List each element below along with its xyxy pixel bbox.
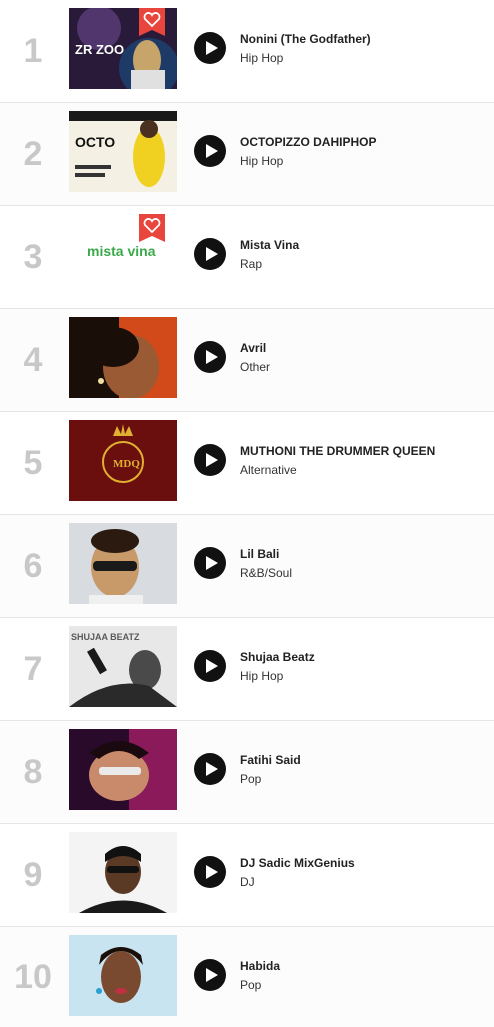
artist-name-link[interactable]: Mista Vina — [240, 238, 299, 252]
play-button[interactable] — [194, 341, 226, 373]
favorite-badge[interactable] — [139, 8, 165, 36]
artist-thumbnail[interactable] — [69, 935, 177, 1016]
chart-list: 1 ZR ZOO Nonini (The Godfather) Hip Hop … — [0, 0, 494, 1027]
artist-name-link[interactable]: Fatihi Said — [240, 753, 301, 767]
genre-label: Rap — [240, 257, 263, 271]
chart-row: 5 MDQ MUTHONI THE DRUMMER QUEEN Alternat… — [0, 412, 494, 515]
play-button[interactable] — [194, 753, 226, 785]
artist-thumbnail[interactable] — [69, 729, 177, 810]
rank-number: 6 — [23, 546, 43, 585]
thumbnail-image — [69, 729, 177, 810]
chart-row: 3 mista vina Mista Vina Rap — [0, 206, 494, 309]
genre-label: Other — [240, 360, 271, 374]
genre-label: Hip Hop — [240, 669, 284, 683]
artist-name-link[interactable]: Avril — [240, 341, 266, 355]
thumbnail-image — [69, 935, 177, 1016]
rank-number: 7 — [23, 649, 43, 688]
artist-name-link[interactable]: MUTHONI THE DRUMMER QUEEN — [240, 444, 435, 458]
thumbnail-image — [69, 832, 177, 913]
artist-thumbnail[interactable] — [69, 523, 177, 604]
play-button[interactable] — [194, 444, 226, 476]
thumbnail-image — [69, 523, 177, 604]
rank-number: 3 — [23, 237, 43, 276]
artist-thumbnail[interactable] — [69, 832, 177, 913]
artist-name-link[interactable]: DJ Sadic MixGenius — [240, 856, 355, 870]
rank-number: 9 — [23, 855, 43, 894]
play-button[interactable] — [194, 959, 226, 991]
thumbnail-image — [69, 317, 177, 398]
thumbnail-text: ZR ZOO — [75, 42, 124, 57]
rank-number: 2 — [23, 134, 43, 173]
chart-row: 9 DJ Sadic MixGenius DJ — [0, 824, 494, 927]
play-button[interactable] — [194, 32, 226, 64]
thumbnail-text: MDQ — [113, 458, 140, 470]
artist-name-link[interactable]: Habida — [240, 959, 280, 973]
chart-row: 8 Fatihi Said Pop — [0, 721, 494, 824]
genre-label: Pop — [240, 978, 262, 992]
thumbnail-image: OCTO — [69, 111, 177, 192]
artist-thumbnail[interactable]: ZR ZOO — [69, 8, 177, 89]
artist-name-link[interactable]: Lil Bali — [240, 547, 279, 561]
thumbnail-image: SHUJAA BEATZ — [69, 626, 177, 707]
chart-row: 1 ZR ZOO Nonini (The Godfather) Hip Hop — [0, 0, 494, 103]
rank-number: 4 — [23, 340, 43, 379]
thumbnail-text: OCTO — [75, 134, 115, 150]
artist-thumbnail[interactable] — [69, 317, 177, 398]
heart-icon — [139, 8, 165, 36]
favorite-badge[interactable] — [139, 214, 165, 242]
rank-number: 5 — [23, 443, 43, 482]
chart-row: 7 SHUJAA BEATZ Shujaa Beatz Hip Hop — [0, 618, 494, 721]
thumbnail-text: mista vina — [87, 243, 156, 259]
genre-label: Pop — [240, 772, 262, 786]
rank-number: 8 — [23, 752, 43, 791]
chart-row: 4 Avril Other — [0, 309, 494, 412]
genre-label: Alternative — [240, 463, 297, 477]
genre-label: DJ — [240, 875, 255, 889]
play-button[interactable] — [194, 238, 226, 270]
artist-thumbnail[interactable]: mista vina — [69, 214, 177, 295]
genre-label: Hip Hop — [240, 51, 284, 65]
play-button[interactable] — [194, 856, 226, 888]
heart-icon — [139, 214, 165, 242]
artist-thumbnail[interactable]: SHUJAA BEATZ — [69, 626, 177, 707]
thumbnail-image: MDQ — [69, 420, 177, 501]
play-button[interactable] — [194, 547, 226, 579]
chart-row: 6 Lil Bali R&B/Soul — [0, 515, 494, 618]
artist-name-link[interactable]: Nonini (The Godfather) — [240, 32, 371, 46]
artist-name-link[interactable]: Shujaa Beatz — [240, 650, 315, 664]
thumbnail-text: SHUJAA BEATZ — [71, 632, 140, 642]
play-button[interactable] — [194, 650, 226, 682]
rank-number: 10 — [14, 957, 52, 996]
play-button[interactable] — [194, 135, 226, 167]
rank-number: 1 — [23, 31, 43, 70]
artist-thumbnail[interactable]: OCTO — [69, 111, 177, 192]
genre-label: Hip Hop — [240, 154, 284, 168]
artist-name-link[interactable]: OCTOPIZZO DAHIPHOP — [240, 135, 376, 149]
chart-row: 2 OCTO OCTOPIZZO DAHIPHOP Hip Hop — [0, 103, 494, 206]
artist-thumbnail[interactable]: MDQ — [69, 420, 177, 501]
chart-row: 10 Habida Pop — [0, 927, 494, 1027]
genre-label: R&B/Soul — [240, 566, 293, 580]
